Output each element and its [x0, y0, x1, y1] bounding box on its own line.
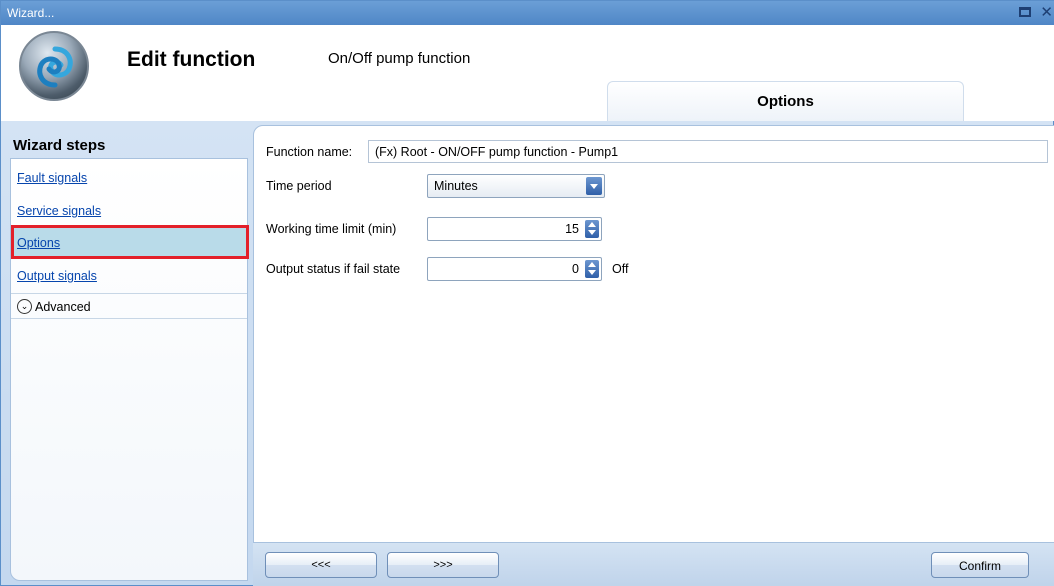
step-fault-signals[interactable]: Fault signals: [11, 163, 247, 193]
header: Edit function On/Off pump function Optio…: [1, 25, 1054, 121]
function-name-field[interactable]: (Fx) Root - ON/OFF pump function - Pump1: [368, 140, 1048, 163]
bottom-toolbar: <<< >>> Confirm: [253, 543, 1054, 586]
working-time-label: Working time limit (min): [266, 222, 397, 236]
wizard-steps-sidebar: Fault signals Service signals Options Ou…: [10, 158, 248, 581]
time-period-label: Time period: [266, 179, 332, 193]
function-subtitle: On/Off pump function: [328, 50, 471, 67]
close-icon[interactable]: ✕: [1040, 3, 1053, 21]
stepper-arrows-icon[interactable]: [585, 260, 599, 278]
active-step-highlight: [11, 225, 249, 259]
advanced-label: Advanced: [35, 300, 91, 314]
advanced-toggle[interactable]: ⌄ Advanced: [11, 293, 247, 319]
step-output-signals[interactable]: Output signals: [11, 261, 247, 291]
output-status-text: Off: [612, 262, 629, 276]
restore-icon[interactable]: [1019, 7, 1031, 17]
time-period-select[interactable]: Minutes: [427, 174, 605, 198]
next-button[interactable]: >>>: [387, 552, 499, 578]
page-title: Edit function: [127, 48, 256, 71]
title-bar[interactable]: Wizard... ✕: [1, 1, 1054, 25]
stepper-arrows-icon[interactable]: [585, 220, 599, 238]
options-panel: Function name: (Fx) Root - ON/OFF pump f…: [253, 125, 1054, 543]
output-status-label: Output status if fail state: [266, 262, 401, 276]
output-status-value: 0: [572, 262, 579, 276]
output-status-stepper[interactable]: 0: [427, 257, 602, 281]
working-time-stepper[interactable]: 15: [427, 217, 602, 241]
wizard-window: Wizard... ✕ Edit function On/Off pump fu…: [0, 0, 1054, 586]
app-logo: [19, 31, 89, 101]
function-name-label: Function name:: [266, 145, 353, 159]
window-title: Wizard...: [7, 6, 55, 20]
time-period-value: Minutes: [434, 179, 478, 193]
step-service-signals[interactable]: Service signals: [11, 196, 247, 226]
confirm-button[interactable]: Confirm: [931, 552, 1029, 578]
chevron-down-icon: ⌄: [17, 299, 32, 314]
previous-button[interactable]: <<<: [265, 552, 377, 578]
dropdown-arrow-icon[interactable]: [586, 177, 602, 195]
tab-options[interactable]: Options: [607, 81, 964, 121]
wizard-steps-heading: Wizard steps: [13, 137, 106, 154]
working-time-value: 15: [565, 222, 579, 236]
